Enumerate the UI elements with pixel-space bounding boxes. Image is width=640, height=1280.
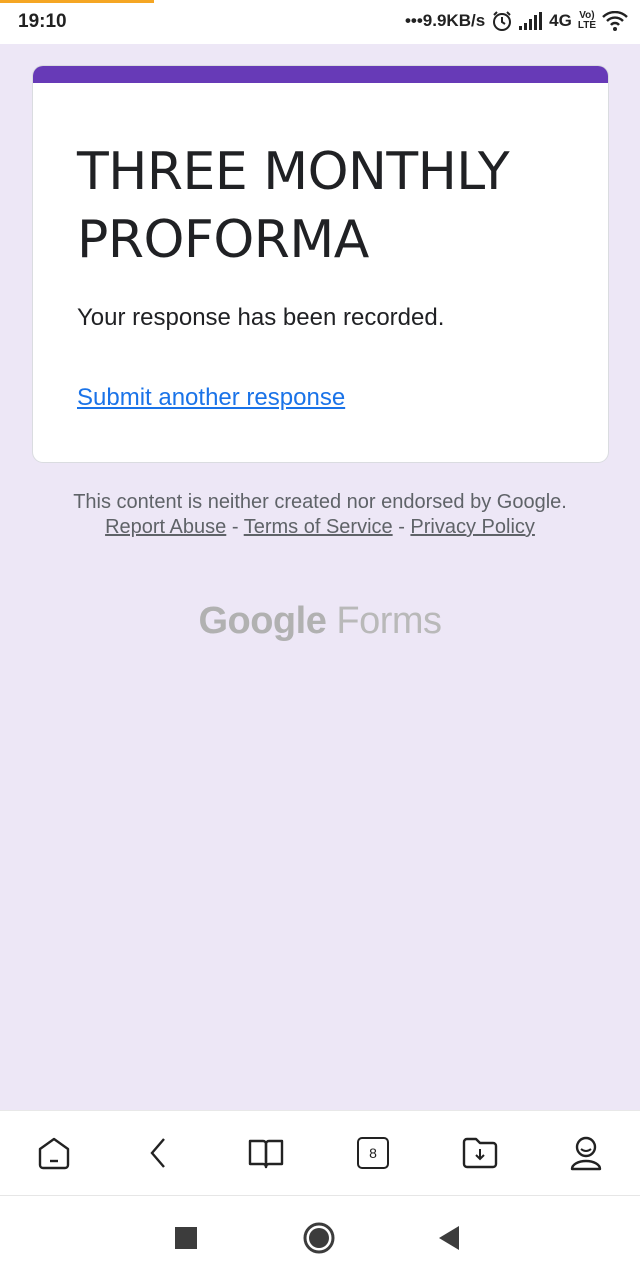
disclaimer-text: This content is neither created nor endo… bbox=[73, 491, 567, 513]
recent-apps-icon[interactable] bbox=[164, 1216, 208, 1260]
status-bar: 19:10 •••9.9KB/s 4G Vo) LTE bbox=[0, 0, 640, 44]
alarm-icon bbox=[491, 10, 513, 32]
home-icon[interactable] bbox=[32, 1131, 76, 1175]
network-type: 4G bbox=[549, 11, 572, 30]
tab-count: 8 bbox=[357, 1137, 389, 1169]
card-accent-bar bbox=[33, 66, 608, 83]
tabs-button[interactable]: 8 bbox=[351, 1131, 395, 1175]
browser-toolbar: 8 bbox=[0, 1110, 640, 1196]
system-nav-bar bbox=[0, 1196, 640, 1280]
separator: - bbox=[392, 516, 411, 538]
form-confirmation-card: THREE MONTHLY PROFORMA Your response has… bbox=[33, 66, 608, 462]
report-abuse-link[interactable]: Report Abuse bbox=[105, 516, 226, 538]
submit-another-response-link[interactable]: Submit another response bbox=[77, 384, 345, 412]
disclaimer: This content is neither created nor endo… bbox=[60, 490, 580, 540]
brand-google: Google bbox=[198, 600, 327, 642]
net-speed: •••9.9KB/s bbox=[404, 11, 486, 30]
volte-indicator: Vo) LTE bbox=[577, 10, 596, 31]
back-triangle-icon[interactable] bbox=[428, 1216, 472, 1260]
profile-icon[interactable] bbox=[564, 1131, 608, 1175]
brand-forms: Forms bbox=[336, 600, 442, 642]
status-indicators: •••9.9KB/s 4G Vo) LTE bbox=[405, 10, 628, 32]
wifi-icon bbox=[602, 11, 628, 31]
terms-of-service-link[interactable]: Terms of Service bbox=[244, 516, 393, 538]
separator: - bbox=[226, 516, 244, 538]
home-circle-icon[interactable] bbox=[297, 1216, 341, 1260]
page-load-progress bbox=[0, 0, 154, 3]
google-forms-logo: Google Forms bbox=[0, 600, 640, 643]
confirmation-message: Your response has been recorded. bbox=[77, 304, 445, 331]
privacy-policy-link[interactable]: Privacy Policy bbox=[410, 516, 534, 538]
back-icon[interactable] bbox=[136, 1131, 180, 1175]
bookmarks-icon[interactable] bbox=[244, 1131, 288, 1175]
status-time: 19:10 bbox=[18, 11, 67, 32]
form-title: THREE MONTHLY PROFORMA bbox=[77, 142, 510, 270]
signal-icon bbox=[519, 12, 543, 30]
downloads-icon[interactable] bbox=[458, 1131, 502, 1175]
